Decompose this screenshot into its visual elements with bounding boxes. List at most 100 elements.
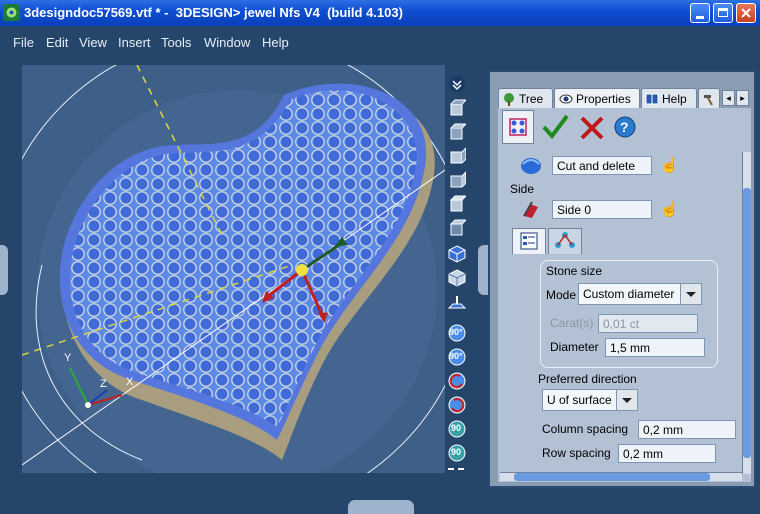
operation-field[interactable]: Cut and delete [552,156,652,175]
tab-tree-label: Tree [519,92,544,106]
view-iso-icon[interactable] [448,245,466,263]
carat-label: Carat(s) [550,316,594,330]
stone-size-title: Stone size [546,264,603,278]
axis-label-z: Z [100,378,107,390]
tree-icon [504,93,514,106]
minimize-icon [696,16,704,19]
view-right-icon[interactable] [448,170,467,189]
view-toolbar: 90° 90° 90 90 [446,72,468,474]
side-flag-icon [520,198,542,220]
layout-nodes-icon [555,232,575,248]
column-spacing-label: Column spacing [542,422,629,436]
menu-file[interactable]: File [13,35,34,50]
mode-select[interactable]: Custom diameter [578,283,702,305]
side-label: Side [510,182,535,196]
flip-90-back-label: 90 [451,447,462,457]
menu-bar: File Edit View Insert Tools Window Help [0,26,760,58]
tab-help[interactable]: Help [641,88,697,108]
app-icon[interactable] [3,4,20,21]
view-back-icon[interactable] [448,123,468,141]
maximize-button[interactable] [713,3,733,23]
spin-right-icon[interactable] [448,396,466,414]
side-field[interactable]: Side 0 [552,200,652,219]
subtab-layout[interactable] [548,228,582,254]
rotate-90-ccw-label: 90° [449,351,463,361]
stone-grid-icon [509,118,527,136]
horizontal-scroll-thumb[interactable] [514,473,710,481]
tab-help-label: Help [662,92,687,106]
axis-label-y: Y [64,352,72,364]
rotate-90-cw-icon[interactable]: 90° [448,324,466,342]
svg-text:?: ? [620,119,629,135]
stone-grid-tool-button[interactable] [502,110,534,144]
help-button[interactable]: ? [614,116,636,138]
close-button[interactable] [736,3,756,23]
left-dock-handle[interactable] [0,245,8,295]
eye-icon [559,94,573,104]
pick-hand-icon[interactable]: ☝ [660,156,679,174]
validate-button[interactable] [540,112,570,142]
heart-model-render: Y Z X [22,65,445,473]
rotate-90-ccw-icon[interactable]: 90° [448,348,466,366]
mode-dropdown-arrow-icon [680,284,701,304]
pick-side-hand-icon[interactable]: ☝ [660,200,679,218]
spin-left-icon[interactable] [448,372,466,390]
diameter-field[interactable]: 1,5 mm [605,338,705,357]
direction-value: U of surface [547,393,612,407]
menu-window[interactable]: Window [204,35,250,50]
diameter-label: Diameter [550,340,599,354]
row-spacing-label: Row spacing [542,446,611,460]
direction-dropdown-arrow-icon [616,390,637,410]
flip-90-icon[interactable]: 90 [448,420,466,438]
menu-insert[interactable]: Insert [118,35,151,50]
subtab-parameters[interactable] [512,228,546,254]
minimize-button[interactable] [690,3,710,23]
maximize-icon [718,8,728,17]
view-front-icon[interactable] [448,99,468,117]
vertical-scroll-thumb[interactable] [743,188,751,458]
carat-field: 0,01 ct [598,314,698,333]
direction-select[interactable]: U of surface [542,389,638,411]
collapse-chevron-icon[interactable] [448,75,466,93]
parameters-list-icon [520,232,538,250]
tab-tools[interactable] [698,88,720,108]
column-spacing-field[interactable]: 0,2 mm [638,420,736,439]
menu-view[interactable]: View [79,35,107,50]
flip-90-label: 90 [451,423,462,433]
tab-properties-label: Properties [576,92,631,106]
panel-dock-handle[interactable] [478,245,488,295]
axis-label-x: X [126,376,134,388]
tab-scroll-right-button[interactable]: ▸ [736,90,749,106]
title-bar: 3designdoc57569.vtf * - 3DESIGN> jewel N… [0,0,760,26]
checkmark-icon [542,114,569,140]
preferred-direction-title: Preferred direction [538,372,637,386]
view-bottom-icon[interactable] [448,219,468,237]
menu-tools[interactable]: Tools [161,35,191,50]
view-cube-icon[interactable] [448,269,466,287]
close-icon [741,8,751,18]
ground-plane-icon[interactable] [447,294,467,312]
tab-scroll-left-button[interactable]: ◂ [722,90,735,106]
properties-panel: Tree Properties Help ◂ ▸ ? Cut and delet… [488,70,756,488]
row-spacing-field[interactable]: 0,2 mm [618,444,716,463]
rotate-90-cw-label: 90° [449,327,463,337]
view-left-icon[interactable] [448,146,467,165]
horizontal-scrollbar[interactable] [500,472,742,481]
chevron-left-icon: ◂ [726,93,731,103]
question-icon: ? [614,116,636,138]
help-book-icon [645,93,659,105]
menu-help[interactable]: Help [262,35,289,50]
menu-edit[interactable]: Edit [46,35,68,50]
cut-surface-icon [520,154,542,176]
tab-tree[interactable]: Tree [498,88,553,108]
view-top-icon[interactable] [448,195,468,213]
fit-view-icon[interactable] [448,468,464,476]
mode-value: Custom diameter [583,287,675,301]
3d-viewport[interactable]: Y Z X [22,65,445,473]
vertical-scrollbar[interactable] [742,152,751,474]
chevron-right-icon: ▸ [740,93,745,103]
bottom-dock-handle[interactable] [348,500,414,514]
tab-properties[interactable]: Properties [554,88,640,108]
flip-90-back-icon[interactable]: 90 [448,444,466,462]
cancel-button[interactable] [578,112,606,142]
